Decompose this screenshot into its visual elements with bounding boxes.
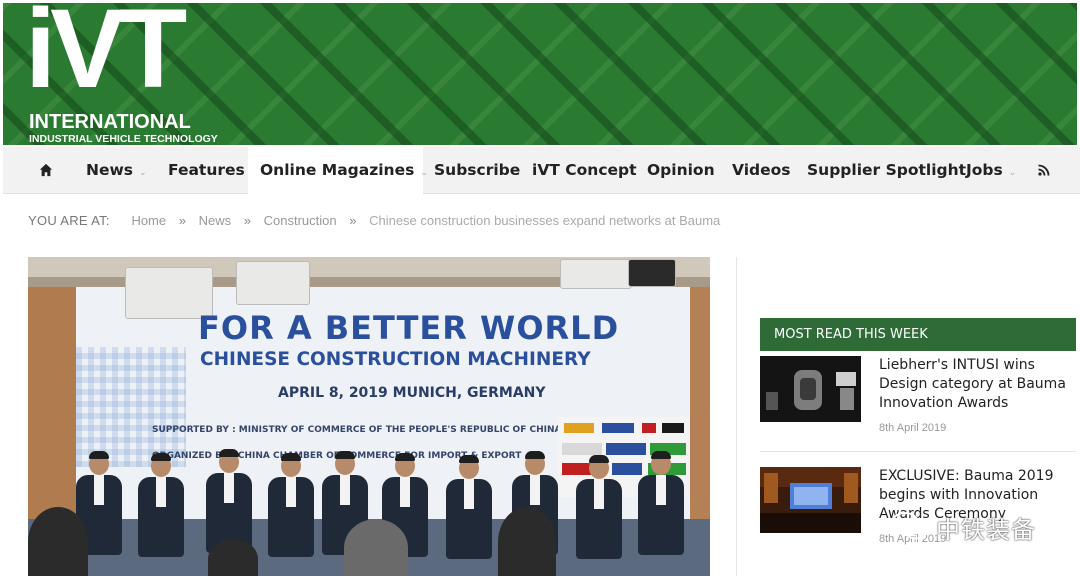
nav-item-label: Videos (732, 161, 791, 179)
banner-date-location: APRIL 8, 2019 MUNICH, GERMANY (278, 385, 546, 401)
speaker-box (560, 259, 632, 289)
nav-item-supplier-spotlight[interactable]: Supplier Spotlight (807, 147, 966, 194)
nav-item-features[interactable]: Features (168, 147, 245, 194)
nav-item-label: Jobs (966, 161, 1003, 179)
breadcrumb-home[interactable]: Home (131, 213, 166, 228)
breadcrumb-construction[interactable]: Construction (264, 213, 337, 228)
most-read-heading-text: MOST READ THIS WEEK (774, 327, 928, 342)
nav-item-label: Subscribe (434, 161, 521, 179)
article-thumbnail[interactable] (760, 356, 861, 422)
article-title[interactable]: Liebherr's INTUSI wins Design category a… (879, 356, 1079, 413)
most-read-heading: MOST READ THIS WEEK (760, 318, 1076, 351)
audience-member (28, 507, 88, 576)
divider (760, 451, 1076, 452)
nav-item-videos[interactable]: Videos (732, 147, 791, 194)
sidebar-article[interactable]: Liebherr's INTUSI wins Design category a… (760, 356, 1080, 438)
article-date: 8th April 2019 (879, 422, 947, 434)
site-logo[interactable]: iVT INTERNATIONAL INDUSTRIAL VEHICLE TEC… (25, 3, 218, 145)
breadcrumb-separator: » (178, 213, 186, 228)
nav-item-subscribe[interactable]: Subscribe (434, 147, 520, 194)
audience-member (344, 519, 408, 576)
nav-item-online-magazines[interactable]: Online Magazines ⌄ (248, 147, 428, 194)
rss-icon[interactable] (1038, 147, 1050, 194)
home-icon[interactable] (39, 147, 53, 194)
nav-item-label: Online Magazines (260, 161, 415, 179)
nav-item-opinion[interactable]: Opinion (647, 147, 715, 194)
breadcrumb-news[interactable]: News (199, 213, 232, 228)
article-hero-image: FOR A BETTER WORLD CHINESE CONSTRUCTION … (28, 257, 710, 576)
banner-supported-by: SUPPORTED BY : MINISTRY OF COMMERCE OF T… (152, 425, 562, 435)
audience-member (498, 507, 556, 576)
watermark-text: 中铁装备 (936, 516, 1036, 544)
site-header: iVT INTERNATIONAL INDUSTRIAL VEHICLE TEC… (3, 3, 1077, 145)
breadcrumb: YOU ARE AT: Home » News » Construction »… (28, 213, 720, 228)
nav-item-ivt-concept[interactable]: iVT Concept (532, 147, 637, 194)
nav-item-jobs[interactable]: Jobs ⌄ (966, 147, 1016, 194)
logo-line-international: INTERNATIONAL (29, 111, 191, 133)
banner-pixel-pattern (76, 347, 186, 467)
speaker-box (628, 259, 676, 287)
banner-headline: FOR A BETTER WORLD (198, 309, 620, 347)
nav-item-label: Features (168, 161, 245, 179)
logo-mark: iVT (25, 3, 187, 111)
nav-item-news[interactable]: News ⌄ (86, 147, 147, 194)
column-divider (736, 257, 737, 576)
nav-item-label: Opinion (647, 161, 715, 179)
breadcrumb-current: Chinese construction businesses expand n… (369, 213, 721, 228)
chevron-down-icon: ⌄ (139, 168, 147, 178)
article-thumbnail[interactable] (760, 467, 861, 533)
wechat-watermark: 中铁装备 (890, 506, 1080, 546)
logo-line-subtitle: INDUSTRIAL VEHICLE TECHNOLOGY (29, 133, 218, 145)
speaker-box (236, 261, 310, 305)
audience-member (208, 539, 258, 576)
breadcrumb-label: YOU ARE AT: (28, 213, 110, 228)
breadcrumb-separator: » (243, 213, 251, 228)
nav-item-label: iVT Concept (532, 161, 637, 179)
wechat-icon (891, 512, 928, 540)
nav-item-label: News (86, 161, 134, 179)
breadcrumb-separator: » (349, 213, 357, 228)
banner-subheadline: CHINESE CONSTRUCTION MACHINERY (200, 349, 591, 370)
chevron-down-icon: ⌄ (420, 168, 428, 178)
chevron-down-icon: ⌄ (1008, 168, 1017, 178)
main-nav: News ⌄ Features Online Magazines ⌄ Subscri… (3, 147, 1080, 194)
nav-item-label: Supplier Spotlight (807, 161, 967, 179)
